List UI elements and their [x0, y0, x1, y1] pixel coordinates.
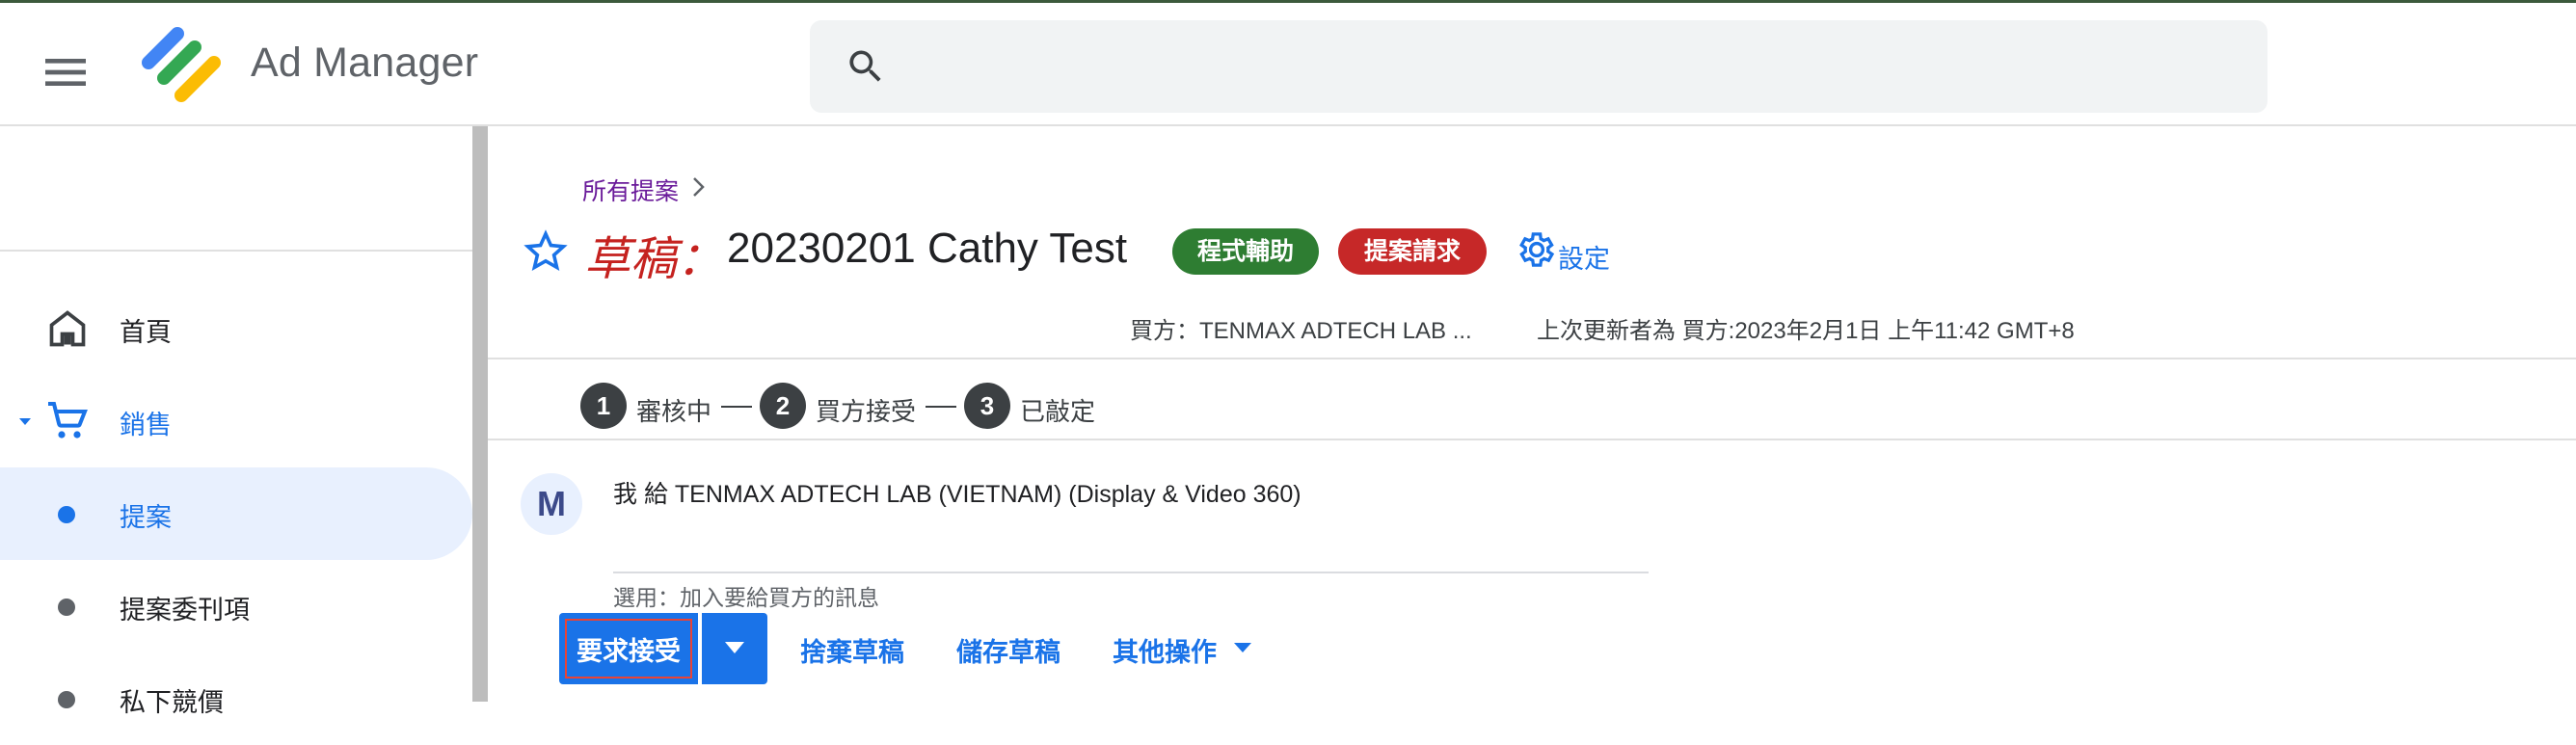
bullet-dot-icon: [58, 691, 75, 708]
sidebar-item-proposal-line-items[interactable]: 提案委刊項: [0, 560, 472, 652]
proposal-title-row: 草稿： 20230201 Cathy Test 程式輔助 提案請求 設定: [523, 215, 2161, 292]
step-number: 2: [760, 383, 806, 429]
proposal-request-badge: 提案請求: [1338, 228, 1487, 275]
divider: [488, 358, 2576, 359]
app-header: Ad Manager: [0, 3, 2576, 126]
breadcrumb-all-proposals[interactable]: 所有提案: [582, 173, 679, 207]
sidebar: 首頁 銷售 提案 提案委刊項 私下競價: [0, 126, 472, 717]
bullet-dot-icon: [58, 506, 75, 523]
step-label: 審核中: [636, 397, 712, 426]
divider: [488, 439, 2576, 440]
expand-caret-icon[interactable]: [17, 415, 33, 427]
save-draft-button[interactable]: 儲存草稿: [956, 631, 1060, 669]
sidebar-item-label: 首頁: [120, 318, 172, 347]
step-connector: [721, 406, 752, 408]
primary-action-dropdown-button[interactable]: [702, 613, 767, 684]
step-number: 3: [964, 383, 1010, 429]
sidebar-item-label: 提案: [120, 503, 172, 532]
programmatic-badge: 程式輔助: [1172, 228, 1319, 275]
bullet-dot-icon: [58, 599, 75, 616]
home-icon: [49, 310, 86, 347]
message-hint: 選用：加入要給買方的訊息: [613, 585, 879, 610]
page-title: 20230201 Cathy Test: [727, 225, 1128, 272]
sidebar-item-proposals[interactable]: 提案: [0, 467, 472, 560]
sidebar-scrollbar[interactable]: [472, 126, 488, 702]
gear-icon: [1519, 232, 1555, 267]
discard-draft-button[interactable]: 捨棄草稿: [800, 631, 904, 669]
sidebar-item-home[interactable]: 首頁: [0, 282, 472, 375]
last-updated-info: 上次更新者為 買方:2023年2月1日 上午11:42 GMT+8: [1537, 318, 2075, 344]
search-input[interactable]: [906, 30, 2241, 105]
ad-manager-logo-icon[interactable]: [141, 26, 224, 107]
sidebar-item-label: 提案委刊項: [120, 596, 250, 625]
settings-label: 設定: [1558, 245, 1610, 274]
step-number: 1: [580, 383, 627, 429]
search-icon[interactable]: [845, 45, 887, 88]
message-input[interactable]: [613, 518, 1649, 573]
sidebar-item-sales[interactable]: 銷售: [0, 375, 472, 467]
sidebar-item-label: 銷售: [120, 411, 172, 439]
search-bar[interactable]: [810, 20, 2267, 113]
avatar: M: [521, 473, 582, 535]
sidebar-item-label: 私下競價: [120, 688, 224, 717]
cart-icon: [48, 402, 88, 439]
step-label: 已敲定: [1020, 397, 1096, 426]
main-content: 所有提案 草稿： 20230201 Cathy Test 程式輔助 提案請求 設…: [488, 126, 2576, 702]
request-acceptance-button[interactable]: 要求接受: [559, 613, 698, 684]
workflow-steps: 1 審核中 2 買方接受 3 已敲定: [580, 379, 1737, 433]
sidebar-divider: [0, 250, 472, 252]
buyer-info: 買方：TENMAX ADTECH LAB ...: [1130, 318, 1472, 344]
message-recipient: 我 給 TENMAX ADTECH LAB (VIETNAM) (Display…: [613, 481, 1301, 508]
caret-down-icon: [725, 642, 744, 653]
hamburger-menu-icon[interactable]: [39, 45, 93, 99]
button-label: 要求接受: [577, 636, 681, 666]
draft-status-label: 草稿：: [584, 234, 724, 285]
sidebar-item-private-auctions[interactable]: 私下競價: [0, 652, 472, 745]
app-title: Ad Manager: [251, 40, 479, 86]
star-icon[interactable]: [523, 228, 569, 275]
step-label: 買方接受: [816, 397, 917, 426]
step-connector: [926, 406, 956, 408]
caret-down-icon[interactable]: [1232, 641, 1253, 654]
more-actions-button[interactable]: 其他操作: [1113, 631, 1217, 669]
chevron-right-icon: [693, 177, 705, 197]
